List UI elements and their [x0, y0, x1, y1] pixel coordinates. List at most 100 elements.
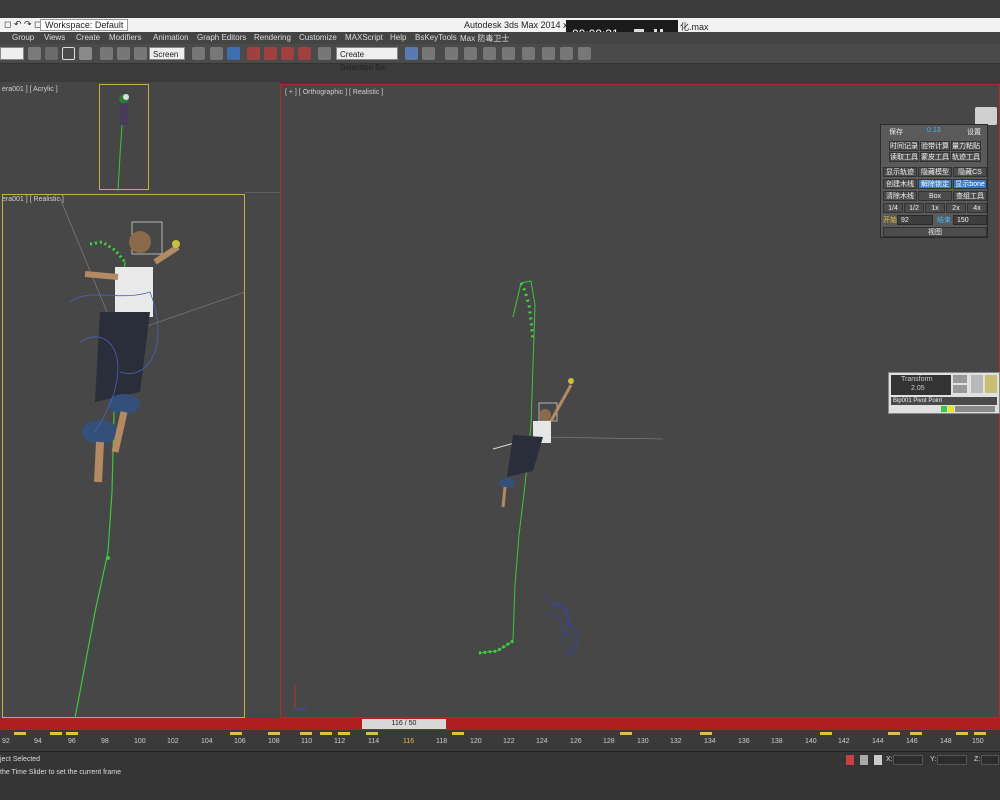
group-tool-button[interactable]: 查组工具 — [953, 191, 987, 201]
save-button[interactable]: 保存 — [889, 127, 903, 137]
menu-animation[interactable]: Animation — [153, 33, 189, 42]
paste-button[interactable]: 量力粘贴 — [951, 141, 981, 151]
menu-bskeytools[interactable]: BsKeyTools — [415, 33, 457, 42]
rotate-icon[interactable] — [117, 47, 130, 60]
menu-help[interactable]: Help — [390, 33, 406, 42]
align-icon[interactable] — [422, 47, 435, 60]
transform-title: Transform — [901, 376, 933, 383]
workspace-dropdown[interactable]: Workspace: Default — [40, 19, 129, 31]
read-tool-button[interactable]: 读取工具 — [889, 152, 919, 162]
mirror-icon[interactable] — [405, 47, 418, 60]
show-trajectory-button[interactable]: 显示轨迹 — [883, 167, 917, 177]
menu-group[interactable]: Group — [12, 33, 34, 42]
scale-icon[interactable] — [134, 47, 147, 60]
keyboard-shortcut-icon[interactable] — [227, 47, 240, 60]
swatch-strip[interactable] — [955, 406, 995, 412]
z-coordinate-field[interactable] — [981, 755, 999, 765]
view-button[interactable]: 视图 — [883, 227, 987, 237]
pin-icon[interactable] — [846, 755, 854, 765]
curve-editor-icon[interactable] — [483, 47, 496, 60]
end-label: 结束 — [937, 217, 951, 224]
settings-button[interactable]: 设置 — [967, 127, 981, 137]
menu-customize[interactable]: Customize — [299, 33, 337, 42]
hide-model-button[interactable]: 隐藏模型 — [918, 167, 952, 177]
reference-coordinate-dropdown[interactable]: Screen — [149, 47, 185, 60]
hide-cs-button[interactable]: 隐藏CS — [953, 167, 987, 177]
frame-tick: 124 — [536, 738, 548, 745]
rendered-frame-window-icon[interactable] — [560, 47, 573, 60]
percent-snap-icon[interactable] — [281, 47, 294, 60]
viewport-camera[interactable]: era001 ] [ Realistic ] — [0, 192, 280, 718]
selection-filter-dropdown[interactable] — [0, 47, 24, 60]
end-frame-input[interactable]: 150 — [953, 215, 987, 225]
transform-button-b[interactable] — [953, 385, 967, 393]
menu-graph-editors[interactable]: Graph Editors — [197, 33, 246, 42]
title-bar: ◻ ↶ ↷ ◻ Workspace: Default Autodesk 3ds … — [0, 18, 1000, 32]
menu-views[interactable]: Views — [44, 33, 65, 42]
menu-rendering[interactable]: Rendering — [254, 33, 291, 42]
graphite-ribbon-icon[interactable] — [464, 47, 477, 60]
schematic-view-icon[interactable] — [502, 47, 515, 60]
lock-icon[interactable] — [985, 375, 997, 393]
frame-tick: 94 — [34, 738, 42, 745]
menu-maxscript[interactable]: MAXScript — [345, 33, 383, 42]
time-slider[interactable]: 116 / 50 — [362, 719, 446, 729]
transform-button-c[interactable] — [971, 375, 983, 393]
create-line-button[interactable]: 创建木线 — [883, 179, 917, 189]
move-icon[interactable] — [100, 47, 113, 60]
window-crossing-icon[interactable] — [79, 47, 92, 60]
y-coordinate-field[interactable] — [937, 755, 967, 765]
angle-snap-icon[interactable] — [264, 47, 277, 60]
time-record-button[interactable]: 时间记录 — [889, 141, 919, 151]
show-bone-button[interactable]: 显示bone — [953, 179, 987, 189]
snap-3d-icon[interactable] — [247, 47, 260, 60]
select-by-name-icon[interactable] — [45, 47, 58, 60]
speed-quarter-button[interactable]: 1/4 — [883, 203, 903, 213]
yellow-swatch[interactable] — [948, 406, 954, 412]
menu-max-antivirus[interactable]: Max 防毒卫士 — [460, 33, 509, 44]
clear-line-button[interactable]: 清除木线 — [883, 191, 917, 201]
speed-4x-button[interactable]: 4x — [967, 203, 987, 213]
green-swatch[interactable] — [941, 406, 947, 412]
start-frame-input[interactable]: 92 — [897, 215, 933, 225]
unlock-button[interactable]: 解除锁定 — [918, 179, 952, 189]
layer-manager-icon[interactable] — [445, 47, 458, 60]
named-selection-set-dropdown[interactable]: Create Selection Se — [336, 47, 398, 72]
speed-2x-button[interactable]: 2x — [946, 203, 966, 213]
trajectory-tool-button[interactable]: 轨迹工具 — [951, 152, 981, 162]
pivot-field[interactable]: Bip001 Pivot Point — [891, 397, 997, 405]
frame-tick: 96 — [68, 738, 76, 745]
edit-named-selection-icon[interactable] — [318, 47, 331, 60]
lock-selection-icon[interactable] — [860, 755, 868, 765]
frame-tick: 122 — [503, 738, 515, 745]
speed-half-button[interactable]: 1/2 — [904, 203, 924, 213]
absolute-mode-icon[interactable] — [874, 755, 882, 765]
transform-button-a[interactable] — [953, 375, 967, 383]
menu-modifiers[interactable]: Modifiers — [109, 33, 141, 42]
menu-create[interactable]: Create — [76, 33, 100, 42]
frame-tick: 102 — [167, 738, 179, 745]
skin-tool-button[interactable]: 蒙皮工具 — [920, 152, 950, 162]
speed-1x-button[interactable]: 1x — [925, 203, 945, 213]
transform-mini-panel: Transform 2.05 Bip001 Pivot Point — [888, 372, 1000, 414]
select-manipulate-icon[interactable] — [210, 47, 223, 60]
render-production-icon[interactable] — [578, 47, 591, 60]
frame-tick: 140 — [805, 738, 817, 745]
spinner-snap-icon[interactable] — [298, 47, 311, 60]
x-coordinate-field[interactable] — [893, 755, 923, 765]
z-label: Z: — [974, 756, 981, 763]
quick-access-toolbar[interactable]: ◻ ↶ ↷ ◻ — [4, 19, 42, 30]
region-select-icon[interactable] — [62, 47, 75, 60]
viewport-label[interactable]: era001 ] [ Acrylic ] — [2, 86, 58, 93]
render-setup-icon[interactable] — [542, 47, 555, 60]
pivot-center-icon[interactable] — [192, 47, 205, 60]
time-slider-bar[interactable]: 116 / 50 — [0, 718, 1000, 730]
viewcube[interactable] — [975, 107, 997, 125]
viewport-camera-top[interactable]: era001 ] [ Acrylic ] — [0, 82, 280, 192]
track-bar[interactable]: 92 94 96 98 100 102 104 106 108 110 112 … — [0, 730, 1000, 752]
box-button[interactable]: Box — [918, 191, 952, 201]
select-object-icon[interactable] — [28, 47, 41, 60]
calc-button[interactable]: 验带计算 — [920, 141, 950, 151]
material-editor-icon[interactable] — [522, 47, 535, 60]
frame-tick-current: 116 — [403, 738, 415, 745]
